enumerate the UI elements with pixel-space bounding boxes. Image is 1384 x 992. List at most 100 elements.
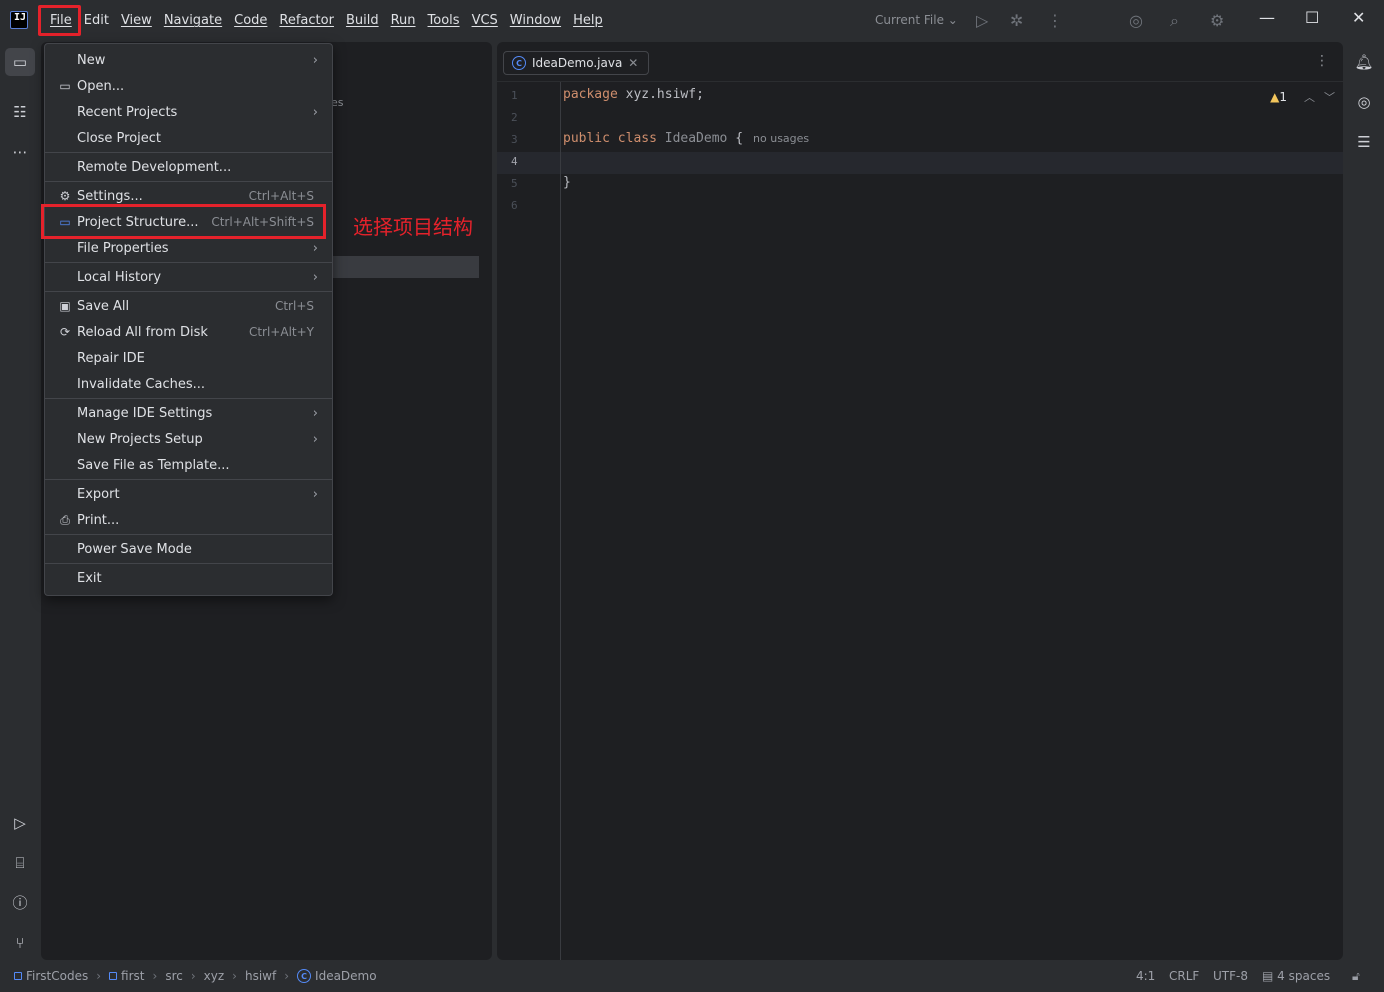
module-icon bbox=[109, 972, 118, 980]
annotation-text: 选择项目结构 bbox=[353, 215, 473, 239]
menu-item-export[interactable]: Export › bbox=[45, 481, 332, 507]
main-menu: File Edit View Navigate Code Refactor Bu… bbox=[44, 12, 609, 30]
close-icon[interactable]: ✕ bbox=[1352, 8, 1365, 27]
menu-item-print[interactable]: ⎙ Print... bbox=[45, 507, 332, 533]
menu-item-invalidate-caches[interactable]: Invalidate Caches... bbox=[45, 371, 332, 397]
debug-icon[interactable]: ✲ bbox=[1010, 11, 1023, 30]
menu-window[interactable]: Window bbox=[504, 12, 567, 30]
menu-run[interactable]: Run bbox=[385, 12, 422, 30]
menu-separator bbox=[45, 398, 332, 399]
ai-chat-icon[interactable]: ◎ bbox=[1354, 92, 1374, 112]
run-icon[interactable]: ▷ bbox=[976, 11, 988, 30]
crumb-class[interactable]: C IdeaDemo bbox=[297, 969, 377, 983]
intellij-logo-icon[interactable]: IJ bbox=[10, 11, 28, 29]
menu-code[interactable]: Code bbox=[228, 12, 273, 30]
project-selected-row[interactable] bbox=[331, 256, 479, 278]
crumb-hsiwf[interactable]: hsiwf bbox=[245, 969, 276, 983]
prev-problem-icon[interactable]: ︿ bbox=[1304, 89, 1315, 105]
crumb-src[interactable]: src bbox=[165, 969, 183, 983]
warning-icon: ▲ bbox=[1270, 90, 1280, 104]
java-class-icon: C bbox=[512, 56, 526, 70]
menu-refactor[interactable]: Refactor bbox=[273, 12, 340, 30]
lock-icon[interactable]: 🔓︎ bbox=[1352, 969, 1360, 984]
line-separator[interactable]: CRLF bbox=[1169, 969, 1199, 983]
ai-assistant-icon[interactable]: ◎ bbox=[1129, 11, 1143, 30]
file-encoding[interactable]: UTF-8 bbox=[1213, 969, 1248, 983]
menu-item-label: Local History bbox=[77, 269, 162, 285]
menu-item-manage-ide-settings[interactable]: Manage IDE Settings › bbox=[45, 400, 332, 426]
menu-item-local-history[interactable]: Local History › bbox=[45, 264, 332, 290]
menu-item-label: Export bbox=[77, 486, 120, 502]
menu-tools[interactable]: Tools bbox=[422, 12, 466, 30]
editor-panel: C IdeaDemo.java ✕ ⋮ 1 2 3 4 5 6 package … bbox=[497, 42, 1343, 960]
menu-item-recent-projects[interactable]: Recent Projects › bbox=[45, 99, 332, 125]
package-name: xyz.hsiwf; bbox=[617, 87, 704, 102]
crumb-module[interactable]: first bbox=[109, 969, 145, 983]
menu-view[interactable]: View bbox=[115, 12, 158, 30]
code-line-1[interactable]: package xyz.hsiwf; bbox=[563, 87, 704, 102]
close-brace: } bbox=[563, 175, 571, 190]
chevron-right-icon: › bbox=[312, 431, 318, 447]
menu-item-exit[interactable]: Exit bbox=[45, 565, 332, 591]
next-problem-icon[interactable]: ﹀ bbox=[1324, 89, 1335, 105]
menu-build[interactable]: Build bbox=[340, 12, 385, 30]
more-tools-icon[interactable]: ⋯ bbox=[10, 142, 30, 162]
code-line-3[interactable]: public class IdeaDemo {no usages bbox=[563, 131, 809, 146]
menu-item-save-file-as-template[interactable]: Save File as Template... bbox=[45, 452, 332, 478]
menu-help[interactable]: Help bbox=[567, 12, 609, 30]
menu-separator bbox=[45, 479, 332, 480]
keyword-package: package bbox=[563, 87, 618, 102]
database-icon[interactable]: ☰ bbox=[1354, 132, 1374, 152]
crumb-project[interactable]: FirstCodes bbox=[14, 969, 88, 983]
notifications-bell-icon[interactable]: 🔔︎ bbox=[1354, 52, 1374, 72]
search-icon[interactable]: ⌕ bbox=[1170, 11, 1179, 31]
menu-edit[interactable]: Edit bbox=[78, 12, 115, 30]
git-branch-icon[interactable]: ⑂ bbox=[10, 933, 30, 953]
menu-separator bbox=[45, 291, 332, 292]
menu-item-close-project[interactable]: Close Project bbox=[45, 125, 332, 151]
line-number: 6 bbox=[511, 199, 518, 212]
maximize-icon[interactable]: ☐ bbox=[1305, 8, 1319, 27]
code-line-5[interactable]: } bbox=[563, 175, 571, 190]
crumb-xyz[interactable]: xyz bbox=[204, 969, 225, 983]
problems-icon[interactable]: ⓘ bbox=[10, 893, 30, 913]
structure-icon[interactable]: ☷ bbox=[10, 102, 30, 122]
menu-navigate[interactable]: Navigate bbox=[158, 12, 228, 30]
tab-close-icon[interactable]: ✕ bbox=[628, 56, 638, 70]
menu-item-save-all[interactable]: ▣ Save All Ctrl+S bbox=[45, 293, 332, 319]
editor-more-icon[interactable]: ⋮ bbox=[1315, 53, 1329, 69]
menu-item-new[interactable]: New › bbox=[45, 47, 332, 73]
editor-tab-ideademo[interactable]: C IdeaDemo.java ✕ bbox=[503, 51, 650, 75]
menu-item-remote-development[interactable]: Remote Development... bbox=[45, 154, 332, 180]
warning-indicator[interactable]: ▲1 bbox=[1270, 90, 1287, 104]
menu-item-reload-all[interactable]: ⟳ Reload All from Disk Ctrl+Alt+Y bbox=[45, 319, 332, 345]
file-dropdown-menu: New › ▭ Open... Recent Projects › Close Pro… bbox=[44, 43, 333, 596]
chevron-right-icon: › bbox=[312, 486, 318, 502]
print-icon: ⎙ bbox=[60, 512, 70, 527]
chevron-right-icon: › bbox=[312, 240, 318, 256]
menu-separator bbox=[45, 534, 332, 535]
chevron-right-icon: › bbox=[312, 104, 318, 120]
menu-item-new-projects-setup[interactable]: New Projects Setup › bbox=[45, 426, 332, 452]
menu-item-open[interactable]: ▭ Open... bbox=[45, 73, 332, 99]
menu-vcs[interactable]: VCS bbox=[466, 12, 504, 30]
reload-icon: ⟳ bbox=[59, 325, 71, 339]
menu-item-label: New bbox=[77, 52, 106, 68]
more-actions-icon[interactable]: ⋮ bbox=[1047, 11, 1063, 30]
line-number: 5 bbox=[511, 177, 518, 190]
usages-hint[interactable]: no usages bbox=[753, 132, 809, 145]
chevron-right-icon: › bbox=[232, 969, 237, 983]
menu-item-power-save-mode[interactable]: Power Save Mode bbox=[45, 536, 332, 562]
crumb-label: src bbox=[165, 969, 183, 983]
services-icon[interactable]: ▷ bbox=[10, 813, 30, 833]
current-line-highlight bbox=[497, 152, 1343, 174]
indent-setting[interactable]: ▤ 4 spaces bbox=[1262, 969, 1330, 983]
project-folder-icon[interactable]: ▭ bbox=[10, 52, 30, 72]
menu-separator bbox=[45, 563, 332, 564]
settings-gear-icon[interactable]: ⚙ bbox=[1210, 11, 1224, 30]
terminal-icon[interactable]: ⌸ bbox=[10, 853, 30, 873]
caret-position[interactable]: 4:1 bbox=[1136, 969, 1155, 983]
run-config-selector[interactable]: Current File ⌄ bbox=[875, 13, 958, 27]
menu-item-repair-ide[interactable]: Repair IDE bbox=[45, 345, 332, 371]
minimize-icon[interactable]: — bbox=[1259, 8, 1275, 27]
